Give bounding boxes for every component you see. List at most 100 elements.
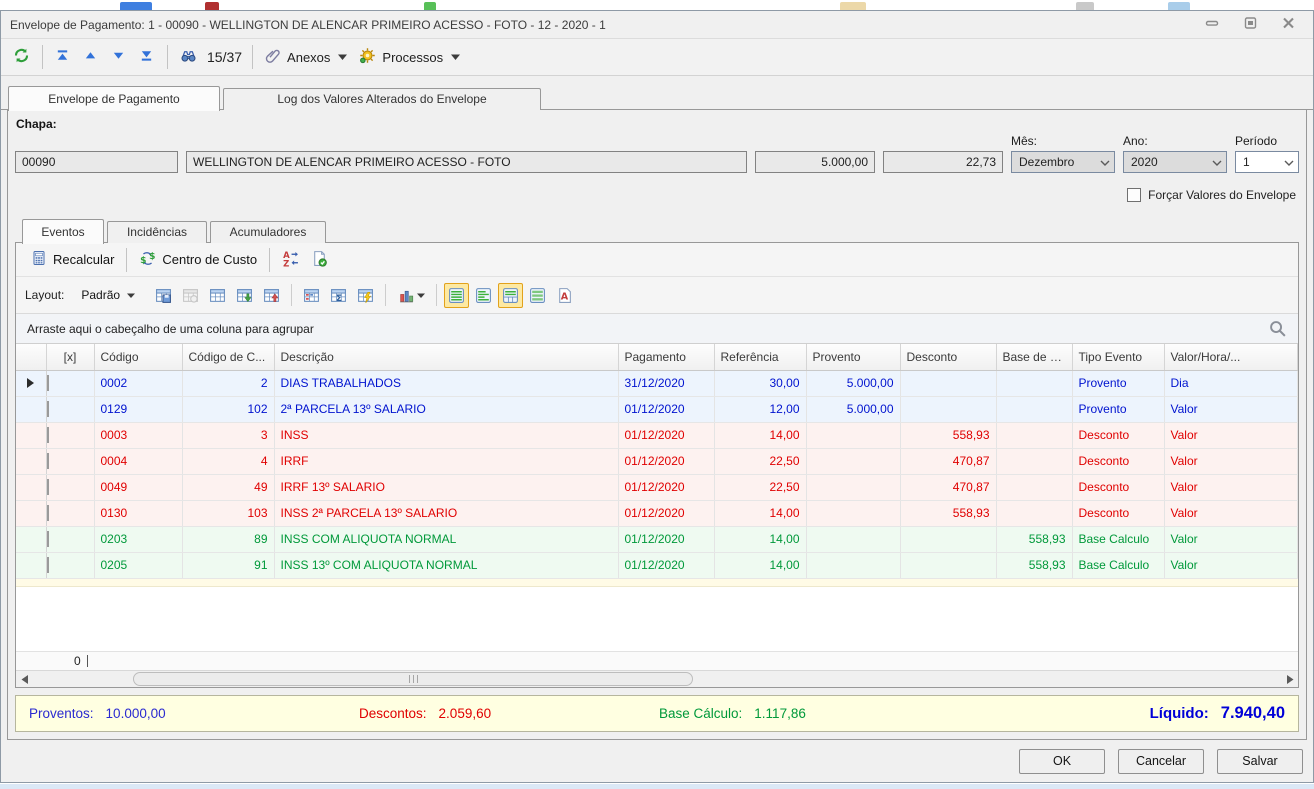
ok-button[interactable]: OK	[1019, 749, 1105, 774]
scrollbar-thumb[interactable]	[133, 672, 693, 686]
tab-envelope-de-pagamento[interactable]: Envelope de Pagamento	[8, 86, 220, 111]
periodo-select[interactable]: 1	[1235, 151, 1299, 173]
save-layout-button[interactable]	[151, 283, 176, 308]
cell-base-de-calculo	[996, 370, 1072, 396]
layout-preset-button[interactable]: Padrão	[74, 282, 142, 308]
actions-toolbar: Recalcular $$ Centro de Custo AZ	[16, 243, 1298, 277]
column-header-descri-o[interactable]: Descrição	[274, 344, 618, 370]
table-row[interactable]: 0203 89 INSS COM ALIQUOTA NORMAL 01/12/2…	[16, 526, 1298, 552]
liquido-label: Líquido:	[1150, 705, 1209, 722]
row-checkbox-cell	[46, 500, 94, 526]
table-row[interactable]: 0130 103 INSS 2ª PARCELA 13º SALARIO 01/…	[16, 500, 1298, 526]
tab-incidencias[interactable]: Incidências	[107, 221, 207, 243]
search-records-button[interactable]	[174, 43, 203, 71]
row-checkbox[interactable]	[47, 531, 49, 547]
layout-label: Layout:	[25, 288, 64, 302]
column-header-select[interactable]: [x]	[46, 344, 94, 370]
cell-descricao: DIAS TRABALHADOS	[274, 370, 618, 396]
anexos-button[interactable]: Anexos	[259, 43, 353, 71]
document-check-button[interactable]	[305, 246, 334, 274]
forcar-valores-checkbox[interactable]	[1127, 188, 1141, 202]
proventos-value: 10.000,00	[106, 706, 166, 721]
column-header-base-de-c-l[interactable]: Base de Cál...	[996, 344, 1072, 370]
row-checkbox-cell	[46, 422, 94, 448]
mes-select[interactable]: Dezembro	[1011, 151, 1115, 173]
totals-sigma-button[interactable]: Σ	[326, 283, 351, 308]
cancelar-button[interactable]: Cancelar	[1118, 749, 1204, 774]
view-bands-button[interactable]	[471, 283, 496, 308]
sort-az-button[interactable]: AZ	[276, 246, 305, 274]
table-row[interactable]: 0004 4 IRRF 01/12/2020 22,50 470,87 Desc…	[16, 448, 1298, 474]
conditional-format-button[interactable]	[299, 283, 324, 308]
row-checkbox[interactable]	[47, 453, 49, 469]
minimize-button[interactable]	[1201, 16, 1223, 34]
toolbar-separator	[385, 284, 386, 306]
view-preview-button[interactable]	[498, 283, 523, 308]
column-header-valor-hora[interactable]: Valor/Hora/...	[1164, 344, 1298, 370]
cell-codigo-de-calculo: 3	[182, 422, 274, 448]
first-record-button[interactable]	[49, 43, 77, 71]
refresh-button[interactable]	[7, 43, 36, 71]
column-header-desconto[interactable]: Desconto	[900, 344, 996, 370]
table-row[interactable]: 0003 3 INSS 01/12/2020 14,00 558,93 Desc…	[16, 422, 1298, 448]
export-layout-button[interactable]	[232, 283, 257, 308]
group-by-bar[interactable]: Arraste aqui o cabeçalho de uma coluna p…	[16, 314, 1298, 344]
close-button[interactable]	[1277, 16, 1299, 34]
processos-label: Processos	[382, 50, 443, 65]
table-row[interactable]: 0049 49 IRRF 13º SALARIO 01/12/2020 22,5…	[16, 474, 1298, 500]
employee-name-field[interactable]: WELLINGTON DE ALENCAR PRIMEIRO ACESSO - …	[186, 151, 747, 173]
column-header-tipo-evento[interactable]: Tipo Evento	[1072, 344, 1164, 370]
scrollbar-track[interactable]	[33, 671, 1281, 688]
row-checkbox[interactable]	[47, 505, 49, 521]
view-grid-lines-button[interactable]	[444, 283, 469, 308]
quick-calc-button[interactable]	[353, 283, 378, 308]
row-checkbox-cell	[46, 396, 94, 422]
row-checkbox[interactable]	[47, 557, 49, 573]
recalcular-button[interactable]: Recalcular	[25, 246, 120, 274]
font-style-button[interactable]: A	[552, 283, 577, 308]
totals-summary-bar: Proventos: 10.000,00 Descontos: 2.059,60…	[15, 695, 1299, 732]
column-header-provento[interactable]: Provento	[806, 344, 900, 370]
maximize-button[interactable]	[1239, 16, 1261, 34]
row-checkbox-cell	[46, 448, 94, 474]
grid-new-row-strip[interactable]	[16, 579, 1298, 587]
cell-codigo: 0205	[94, 552, 182, 578]
tab-acumuladores[interactable]: Acumuladores	[210, 221, 326, 243]
proventos-total: Proventos: 10.000,00	[29, 706, 359, 721]
salvar-button[interactable]: Salvar	[1217, 749, 1303, 774]
cell-descricao: INSS 2ª PARCELA 13º SALARIO	[274, 500, 618, 526]
tab-log-valores-alterados[interactable]: Log dos Valores Alterados do Envelope	[223, 88, 541, 110]
column-header-pagamento[interactable]: Pagamento	[618, 344, 714, 370]
cell-desconto: 470,87	[900, 448, 996, 474]
column-header-refer-ncia[interactable]: Referência	[714, 344, 806, 370]
cell-pagamento: 01/12/2020	[618, 500, 714, 526]
column-header-c-digo-de-c[interactable]: Código de C...	[182, 344, 274, 370]
scroll-left-button[interactable]	[16, 671, 33, 688]
centro-de-custo-button[interactable]: $$ Centro de Custo	[133, 246, 263, 274]
processos-button[interactable]: Processos	[353, 43, 466, 71]
row-checkbox[interactable]	[47, 375, 49, 391]
next-record-button[interactable]	[105, 43, 133, 71]
delete-layout-button[interactable]	[178, 283, 203, 308]
row-checkbox[interactable]	[47, 427, 49, 443]
scroll-right-button[interactable]	[1281, 671, 1298, 688]
grid-settings-button[interactable]	[205, 283, 230, 308]
salario-field[interactable]: 5.000,00	[755, 151, 875, 173]
ano-select[interactable]: 2020	[1123, 151, 1227, 173]
import-layout-button[interactable]	[259, 283, 284, 308]
table-row[interactable]: 0002 2 DIAS TRABALHADOS 31/12/2020 30,00…	[16, 370, 1298, 396]
valor-hora-field[interactable]: 22,73	[883, 151, 1003, 173]
row-checkbox[interactable]	[47, 479, 49, 495]
column-header-c-digo[interactable]: Código	[94, 344, 182, 370]
table-row[interactable]: 0205 91 INSS 13º COM ALIQUOTA NORMAL 01/…	[16, 552, 1298, 578]
view-rows-button[interactable]	[525, 283, 550, 308]
last-record-button[interactable]	[133, 43, 161, 71]
cell-provento: 5.000,00	[806, 370, 900, 396]
search-icon[interactable]	[1268, 319, 1287, 338]
table-row[interactable]: 0129 102 2ª PARCELA 13º SALARIO 01/12/20…	[16, 396, 1298, 422]
chart-button[interactable]	[393, 283, 429, 308]
previous-record-button[interactable]	[77, 43, 105, 71]
chapa-field[interactable]: 00090	[15, 151, 178, 173]
row-checkbox[interactable]	[47, 401, 49, 417]
tab-eventos[interactable]: Eventos	[22, 219, 104, 244]
